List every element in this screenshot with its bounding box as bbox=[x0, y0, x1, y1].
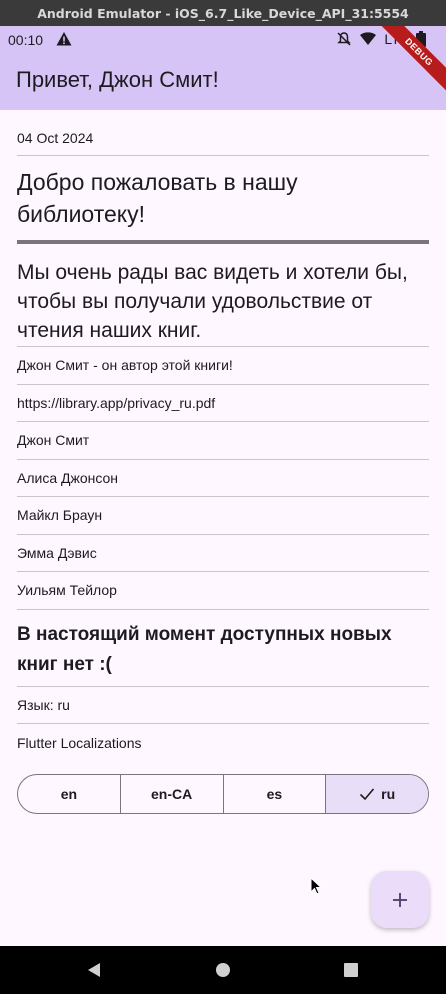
locale-option-es[interactable]: es bbox=[224, 775, 327, 813]
main-content: 04 Oct 2024 Добро пожаловать в нашу библ… bbox=[17, 110, 429, 762]
no-books-heading: В настоящий момент доступных новых книг … bbox=[17, 610, 429, 687]
locale-option-ru[interactable]: ru bbox=[326, 775, 428, 813]
list-item: Джон Смит bbox=[17, 422, 429, 460]
app-bar: Привет, Джон Смит! bbox=[0, 54, 446, 110]
warning-icon bbox=[56, 32, 72, 46]
list-item: Уильям Тейлор bbox=[17, 572, 429, 610]
check-icon bbox=[360, 788, 375, 801]
locale-selector: en en-CA es ru bbox=[17, 774, 429, 814]
app-bar-title: Привет, Джон Смит! bbox=[16, 67, 219, 92]
locale-label: ru bbox=[381, 786, 396, 802]
list-item: Алиса Джонсон bbox=[17, 460, 429, 497]
locale-label: es bbox=[266, 786, 283, 802]
system-nav-bar bbox=[0, 946, 446, 994]
list-item: Эмма Дэвис bbox=[17, 535, 429, 572]
mouse-cursor-icon bbox=[310, 877, 322, 895]
date-text: 04 Oct 2024 bbox=[17, 110, 429, 156]
locale-option-en[interactable]: en bbox=[18, 775, 121, 813]
status-time: 00:10 bbox=[8, 32, 44, 48]
language-text: Язык: ru bbox=[17, 687, 429, 724]
localizations-text: Flutter Localizations bbox=[17, 734, 142, 751]
list-item: Майкл Браун bbox=[17, 497, 429, 535]
status-bar: 00:10 LTE bbox=[0, 26, 446, 54]
privacy-link[interactable]: https://library.app/privacy_ru.pdf bbox=[17, 385, 429, 422]
window-title: Android Emulator - iOS_6.7_Like_Device_A… bbox=[0, 0, 446, 26]
home-icon[interactable] bbox=[216, 963, 230, 977]
author-note: Джон Смит - он автор этой книги! bbox=[17, 347, 429, 385]
locale-label: en bbox=[60, 786, 78, 802]
welcome-heading: Добро пожаловать в нашу библиотеку! bbox=[17, 169, 298, 227]
add-button[interactable] bbox=[371, 871, 429, 928]
phone-screen: 00:10 LTE Привет, Джон Смит! DEBUG 04 Oc… bbox=[0, 26, 446, 994]
plus-icon bbox=[393, 892, 407, 907]
wifi-icon bbox=[360, 32, 377, 45]
locale-option-en-ca[interactable]: en-CA bbox=[121, 775, 224, 813]
intro-text: Мы очень рады вас видеть и хотели бы, чт… bbox=[17, 244, 429, 347]
notifications-off-icon bbox=[337, 32, 352, 46]
back-icon[interactable] bbox=[86, 962, 102, 978]
recent-apps-icon[interactable] bbox=[344, 963, 358, 977]
locale-label: en-CA bbox=[151, 786, 193, 802]
